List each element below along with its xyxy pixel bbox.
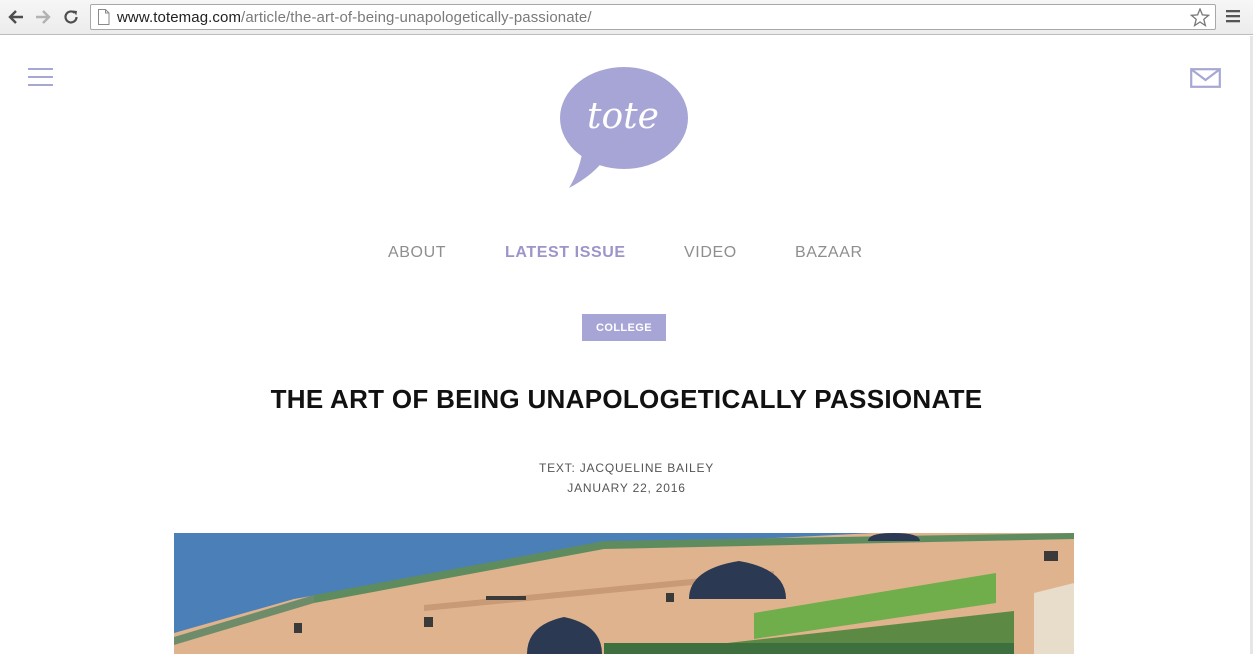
menu-icon[interactable] [1226,9,1240,23]
article-date: JANUARY 22, 2016 [567,481,686,495]
category-badge[interactable]: COLLEGE [582,314,666,341]
page-content: tote ABOUT LATEST ISSUE VIDEO BAZAAR COL… [0,36,1253,654]
reload-button[interactable] [61,6,81,28]
mail-icon[interactable] [1190,68,1221,88]
forward-button[interactable] [33,6,53,28]
url-path: /article/the-art-of-being-unapologetical… [241,9,592,26]
nav-latest-issue[interactable]: LATEST ISSUE [505,244,626,262]
hero-image [174,533,1074,654]
nav-bazaar[interactable]: BAZAAR [795,244,863,262]
logo-text: tote [587,96,659,137]
page-icon [98,9,110,25]
url-host: www.totemag.com [117,9,242,26]
address-url[interactable]: www.totemag.com/article/the-art-of-being… [117,9,592,26]
nav-video[interactable]: VIDEO [684,244,737,262]
back-arrow-icon [8,10,23,24]
address-bar[interactable]: www.totemag.com/article/the-art-of-being… [90,4,1216,30]
article-title: THE ART OF BEING UNAPOLOGETICALLY PASSIO… [270,384,983,414]
back-button[interactable] [6,6,26,28]
forward-arrow-icon [36,10,51,24]
browser-toolbar: www.totemag.com/article/the-art-of-being… [0,0,1253,35]
star-icon[interactable] [1190,8,1210,27]
reload-icon [64,10,78,24]
article-byline: TEXT: JACQUELINE BAILEY [538,461,715,475]
tote-logo[interactable]: tote [559,66,691,192]
hamburger-icon[interactable] [28,68,53,88]
nav-about[interactable]: ABOUT [388,244,446,262]
